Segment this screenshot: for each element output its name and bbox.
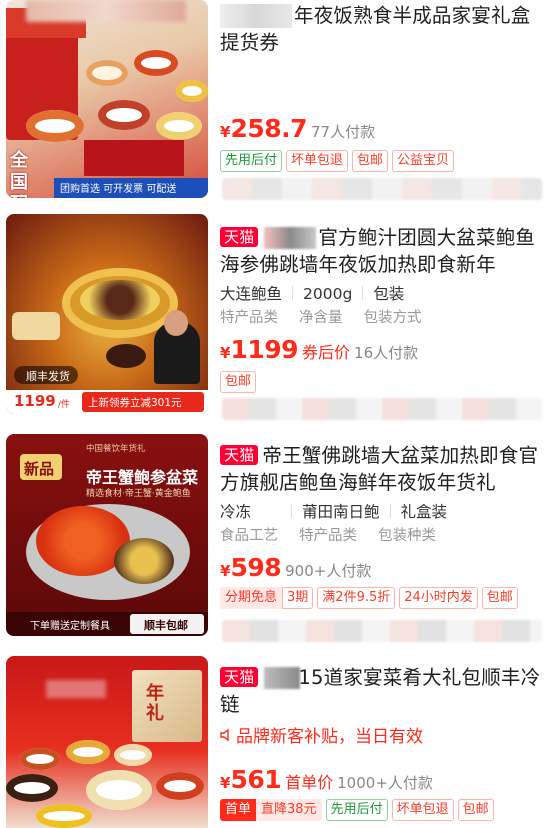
chef-face (164, 310, 188, 336)
blurred-brand (220, 4, 292, 28)
tag-free-shipping: 包邮 (457, 799, 494, 821)
product-price: 561 (230, 765, 282, 794)
attr-value: 大连鲍鱼 (220, 285, 283, 303)
top-blur (26, 0, 186, 22)
sales-count: 900+人付款 (285, 562, 372, 580)
dish-3 (176, 80, 208, 102)
attr-key: 特产品类 (299, 528, 357, 544)
attr-key: 食品工艺 (220, 528, 278, 544)
tag-charity: 公益宝贝 (392, 150, 455, 172)
new-badge: 新品 (24, 460, 55, 478)
tag-price-drop: 直降38元 (256, 799, 322, 821)
tag-installment-period: 3期 (282, 587, 314, 609)
tag-free-shipping: 包邮 (481, 587, 518, 609)
tag-free-shipping: 包邮 (352, 150, 389, 172)
dish-6 (156, 112, 202, 140)
pot-contents (80, 280, 160, 320)
image-banner-text: 团购首选 可开发票 可配送 (60, 184, 177, 195)
attr-value: 礼盒装 (400, 503, 448, 521)
currency-symbol: ¥ (220, 344, 231, 362)
region-badge: 全国配 (10, 150, 28, 198)
sales-count: 1000+人付款 (337, 774, 433, 792)
product-price: 598 (230, 553, 282, 582)
sales-count: 16人付款 (354, 344, 419, 362)
dish-4 (6, 774, 58, 802)
side-dish-2 (106, 344, 146, 368)
product-title[interactable]: 天猫 帝王蟹佛跳墙大盆菜加热即食官方旗舰店鲍鱼海鲜年夜饭年货礼 (220, 442, 542, 496)
tag-pay-later: 先用后付 (220, 150, 283, 172)
product-image[interactable]: 年礼 (6, 656, 208, 828)
price-note: 首单价 (285, 773, 334, 792)
blurred-brand (264, 667, 300, 689)
tag-return: 坏单包退 (391, 799, 454, 821)
tmall-badge: 天猫 (220, 445, 259, 465)
tag-return: 坏单包退 (286, 150, 349, 172)
product-price: 1199 (230, 335, 299, 364)
box-front (84, 140, 184, 176)
product-card[interactable]: 全国配 团购首选 可开发票 可配送 年夜饭熟食半成品家宴礼盒提货券 ¥258.7… (0, 0, 550, 210)
tag-discount: 满2件9.5折 (317, 587, 396, 609)
attr-key: 特产品类 (220, 310, 278, 326)
attr-key: 包装方式 (363, 310, 422, 326)
dish-7 (36, 804, 92, 828)
tag-pay-later: 先用后付 (325, 799, 388, 821)
price-note: 券后价 (302, 343, 351, 362)
tmall-badge: 天猫 (220, 667, 259, 687)
tag-ship-24h: 24小时内发 (399, 587, 478, 609)
product-image[interactable]: 顺丰发货 1199 /件 上新领券立减301元 (6, 214, 208, 414)
dish-1 (86, 60, 128, 86)
blurred-shop-row (222, 620, 542, 642)
dish-4 (26, 110, 84, 142)
blurred-brand (264, 227, 316, 249)
tag-installment: 分期免息 (220, 587, 283, 609)
dish-5 (98, 100, 150, 130)
blurred-logo (46, 680, 106, 698)
gift-box-label: 年礼 (146, 683, 164, 724)
attr-value: 2000g (303, 285, 353, 303)
attr-value: 莆田南日鲍 (302, 503, 380, 521)
dish-5 (86, 770, 152, 810)
abalone (114, 538, 174, 584)
attr-value: 冷冻 (220, 503, 252, 521)
image-price-unit: /件 (58, 400, 71, 410)
image-price: 1199 (14, 392, 56, 410)
product-image[interactable]: 中国餐饮年货礼 新品 帝王蟹鲍参盆菜 精选食材·帝王蟹·黄金鲍鱼 下单赠送定制餐… (6, 434, 208, 636)
side-dish-1 (12, 312, 60, 340)
currency-symbol: ¥ (220, 774, 231, 792)
dish-1 (20, 748, 60, 770)
image-org: 中国餐饮年货礼 (86, 444, 146, 454)
attr-key: 包装种类 (378, 528, 436, 544)
attr-value: 包装 (373, 285, 405, 303)
dish-3 (114, 744, 152, 766)
product-price: 258.7 (230, 114, 308, 143)
product-card[interactable]: 中国餐饮年货礼 新品 帝王蟹鲍参盆菜 精选食材·帝王蟹·黄金鲍鱼 下单赠送定制餐… (0, 434, 550, 644)
dish-6 (156, 772, 204, 800)
footer-left: 下单赠送定制餐具 (30, 621, 110, 632)
gift-box (132, 670, 202, 742)
product-image[interactable]: 全国配 团购首选 可开发票 可配送 (6, 0, 208, 198)
subsidy-notice: 品牌新客补贴，当日有效 (220, 722, 542, 747)
attr-key: 净含量 (299, 310, 343, 326)
blurred-shop-row (222, 398, 542, 420)
currency-symbol: ¥ (220, 562, 231, 580)
tag-free-shipping: 包邮 (220, 371, 257, 393)
image-promo: 上新领券立减301元 (88, 397, 182, 409)
ship-badge: 顺丰发货 (26, 370, 70, 383)
blurred-shop-row (222, 178, 542, 200)
dish-2 (66, 740, 110, 764)
speaker-icon (220, 727, 236, 747)
dish-2 (134, 50, 178, 76)
product-card[interactable]: 顺丰发货 1199 /件 上新领券立减301元 天猫 官方鲍汁团圆大盆菜鲍鱼海参佛… (0, 214, 550, 424)
tag-first-order: 首单 (220, 799, 257, 821)
image-product-sub: 精选食材·帝王蟹·黄金鲍鱼 (86, 489, 191, 499)
footer-right: 顺丰包邮 (144, 619, 188, 632)
currency-symbol: ¥ (220, 123, 231, 141)
product-card[interactable]: 年礼 天猫 15道家宴菜肴大礼包顺丰冷链 品牌新客补贴，当日有效 ¥561 首单价 1… (0, 652, 550, 828)
image-product-name: 帝王蟹鲍参盆菜 (86, 468, 199, 487)
sales-count: 77人付款 (311, 123, 376, 141)
tmall-badge: 天猫 (220, 227, 259, 247)
